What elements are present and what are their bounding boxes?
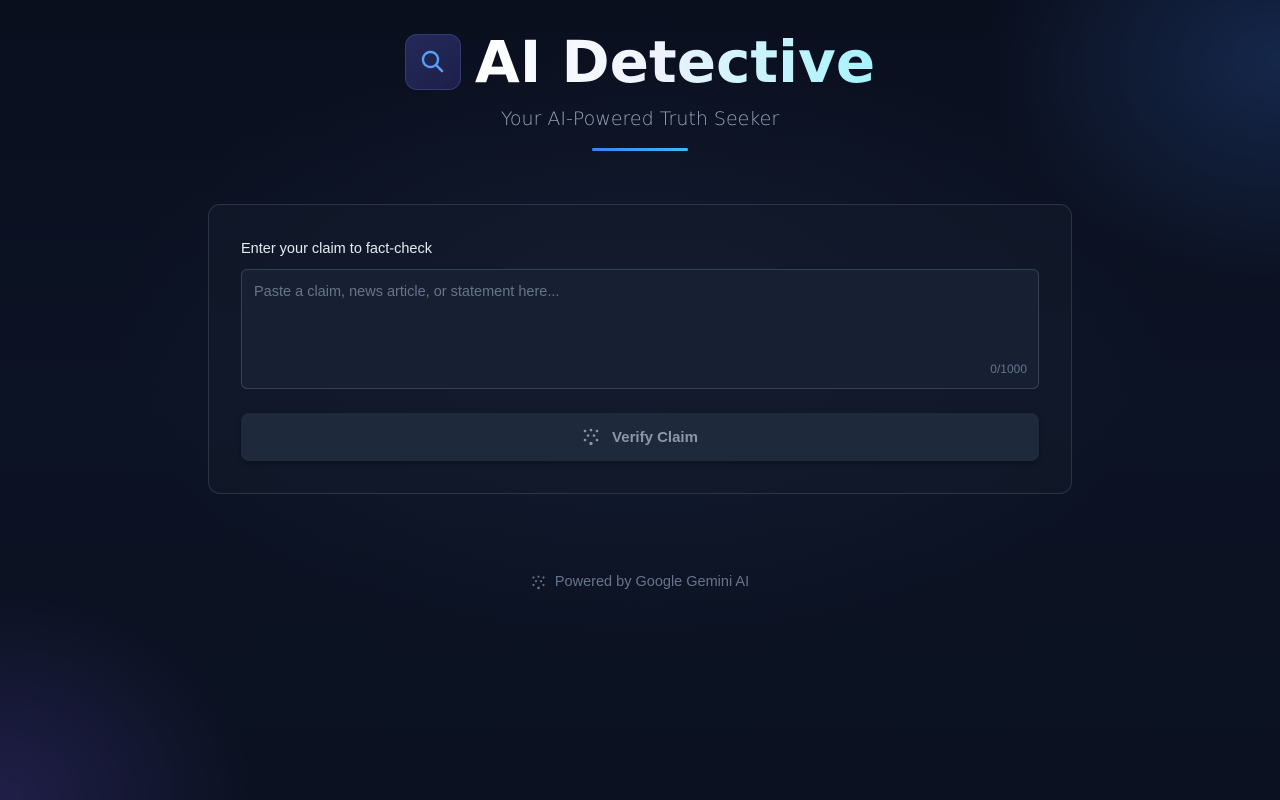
claim-label: Enter your claim to fact-check [241,241,432,257]
accent-divider [592,148,688,151]
verify-button-label: Verify Claim [612,428,698,446]
claim-input-container: 0/1000 [241,269,1039,389]
sparkle-icon [582,428,600,446]
app-title: AI Detective [474,28,876,96]
character-counter: 0/1000 [990,362,1027,376]
sparkle-icon [531,575,546,590]
title-row: AI Detective [0,30,1280,94]
claim-textarea[interactable] [242,270,1038,388]
verify-claim-button[interactable]: Verify Claim [241,413,1039,461]
app-header: AI Detective Your AI-Powered Truth Seeke… [0,30,1280,151]
fact-check-card: Enter your claim to fact-check 0/1000 Ve… [208,204,1072,494]
app-subtitle: Your AI-Powered Truth Seeker [500,108,780,130]
search-icon [418,47,448,77]
logo-badge [404,34,461,90]
footer-credit: Powered by Google Gemini AI [554,574,750,590]
footer: Powered by Google Gemini AI [0,574,1280,590]
